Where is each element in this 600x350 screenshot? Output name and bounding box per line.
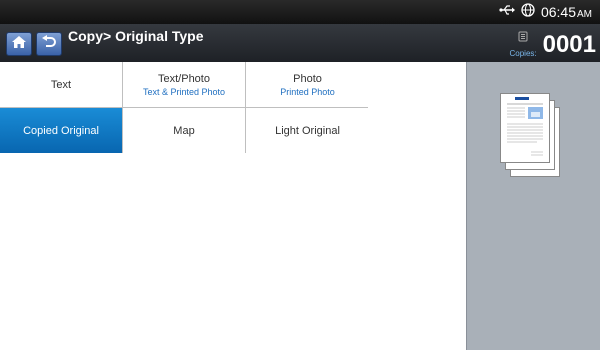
option-text[interactable]: Text <box>0 62 122 107</box>
option-text-photo[interactable]: Text/Photo Text & Printed Photo <box>123 62 245 107</box>
copies-icon <box>518 29 528 47</box>
option-sublabel: Printed Photo <box>280 86 335 97</box>
page-title: Copy> Original Type <box>68 28 204 44</box>
preview-document-thumbnail <box>500 93 550 163</box>
option-light-original[interactable]: Light Original <box>246 108 369 153</box>
copies-count[interactable]: 0001 <box>543 32 596 58</box>
back-arrow-icon <box>41 34 57 54</box>
status-bar: 06:45AM <box>0 0 600 24</box>
option-photo[interactable]: Photo Printed Photo <box>246 62 369 107</box>
preview-panel <box>466 62 600 350</box>
clock-time: 06:45 <box>540 4 576 20</box>
home-button[interactable] <box>6 32 32 56</box>
option-label: Text <box>50 78 72 91</box>
option-copied-original[interactable]: Copied Original <box>0 108 122 153</box>
copies-label: Copies: <box>509 49 537 58</box>
option-map[interactable]: Map <box>123 108 245 153</box>
status-icons: 06:45AM <box>499 0 592 24</box>
document-thumbnail-graphic <box>507 97 543 156</box>
original-type-options: Text Text/Photo Text & Printed Photo Pho… <box>0 62 369 153</box>
copies-stack: Copies: <box>509 29 537 58</box>
option-label: Text/Photo <box>158 72 210 85</box>
clock: 06:45AM <box>541 4 592 20</box>
usb-icon <box>499 3 515 21</box>
option-label: Light Original <box>275 124 340 137</box>
option-label: Photo <box>293 72 322 85</box>
option-label: Map <box>173 124 195 137</box>
clock-ampm: AM <box>577 9 592 20</box>
title-bar: Copy> Original Type Copies: 0001 <box>0 24 600 62</box>
globe-icon <box>521 2 535 22</box>
copies-area: Copies: 0001 <box>509 28 596 58</box>
back-button[interactable] <box>36 32 62 56</box>
option-sublabel: Text & Printed Photo <box>142 86 226 97</box>
option-label: Copied Original <box>23 124 99 137</box>
home-icon <box>11 35 27 54</box>
